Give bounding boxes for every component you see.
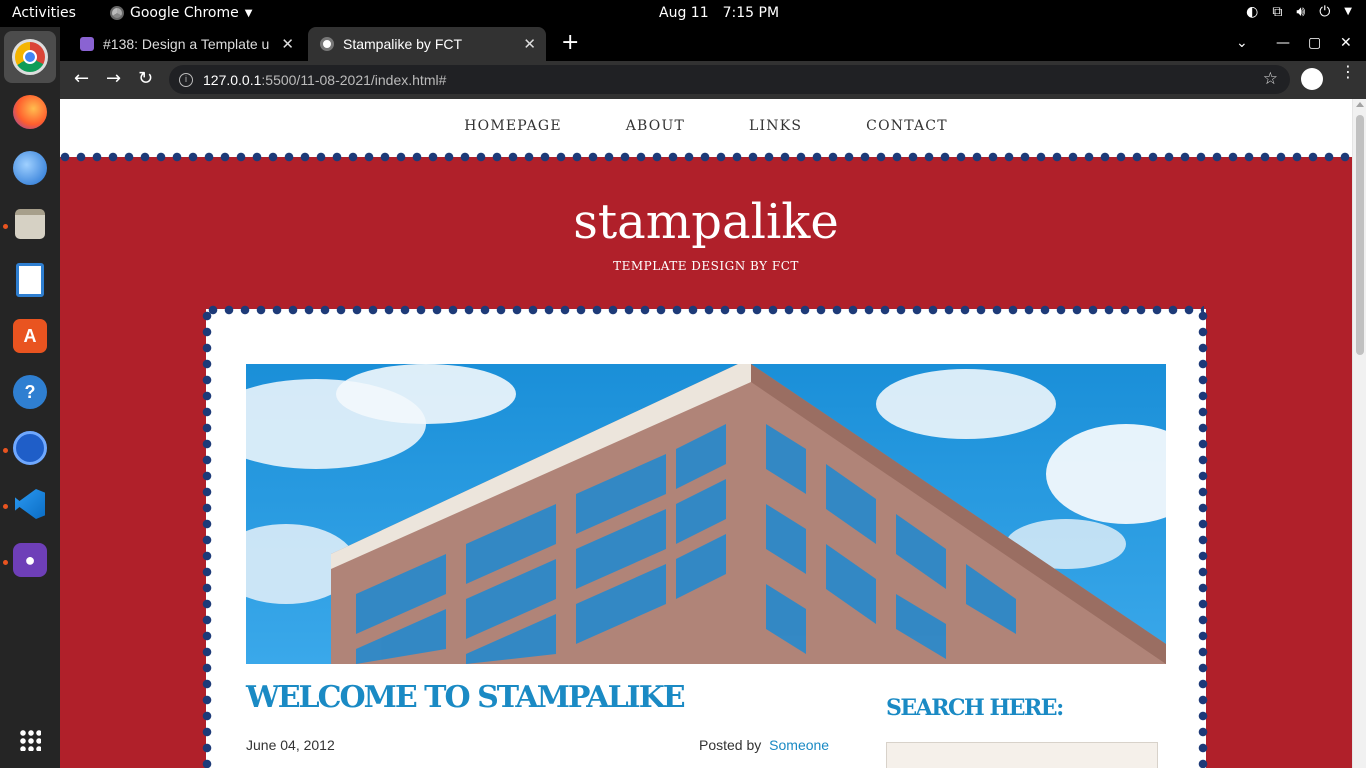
accessibility-icon[interactable]: ◐: [1246, 4, 1258, 20]
help-icon: ?: [13, 375, 47, 409]
tab-title: #138: Design a Template u: [103, 36, 270, 52]
scrollbar-thumb[interactable]: [1356, 115, 1364, 355]
files-icon: [15, 209, 45, 239]
clock-time: 7:15 PM: [722, 5, 780, 21]
close-icon[interactable]: ✕: [281, 35, 294, 53]
thunderbird-icon: [13, 151, 47, 185]
power-icon[interactable]: ⏻: [1319, 4, 1330, 20]
system-tray[interactable]: ◐ ⧉ 🔊︎ ⏻ ▼: [1246, 4, 1352, 20]
dock-vscode[interactable]: [10, 484, 50, 524]
card-stamp-edge-right: [1198, 311, 1208, 768]
timer-icon: [13, 431, 47, 465]
url-path: :5500/11-08-2021/index.html#: [261, 71, 447, 88]
post-meta: Posted by Someone: [699, 737, 829, 753]
author-link[interactable]: Someone: [769, 737, 829, 753]
browser-tab-strip: #138: Design a Template u ✕ Stampalike b…: [60, 27, 1366, 61]
globe-icon: [320, 37, 334, 51]
github-icon: ●: [13, 543, 47, 577]
back-icon[interactable]: ←: [74, 69, 89, 89]
reload-icon[interactable]: ↻: [138, 69, 153, 89]
dock-app-grid[interactable]: [10, 720, 50, 760]
info-icon[interactable]: i: [179, 72, 193, 87]
site-title: stampalike: [573, 194, 839, 250]
card-stamp-edge-left: [202, 311, 212, 768]
chrome-icon: [12, 39, 48, 75]
clock[interactable]: Aug 11 7:15 PM: [659, 5, 779, 21]
dock-chrome[interactable]: [4, 31, 56, 83]
close-icon[interactable]: ✕: [523, 35, 536, 53]
browser-toolbar: ← → ↻ i 127.0.0.1 :5500/11-08-2021/index…: [60, 61, 1366, 99]
site-navigation: HOMEPAGE ABOUT LINKS CONTACT: [60, 99, 1352, 157]
stamp-edge-top: [60, 152, 1352, 162]
page-viewport: HOMEPAGE ABOUT LINKS CONTACT stampalike …: [60, 99, 1366, 768]
page-scrollbar[interactable]: [1352, 99, 1366, 768]
post-date: June 04, 2012: [246, 737, 335, 753]
dock-firefox[interactable]: [10, 92, 50, 132]
tab-search-icon[interactable]: ⌄: [1236, 35, 1248, 51]
github-favicon-icon: [80, 37, 94, 51]
bookmark-star-icon[interactable]: ☆: [1263, 69, 1278, 89]
app-grid-icon: [19, 729, 41, 751]
app-menu[interactable]: Google Chrome ▼: [110, 5, 252, 21]
card-stamp-edge-top: [208, 305, 1204, 315]
tab-design-template[interactable]: #138: Design a Template u ✕: [68, 27, 304, 61]
profile-avatar-icon[interactable]: [1301, 68, 1323, 90]
vscode-icon: [15, 489, 45, 519]
chrome-icon: [110, 6, 124, 20]
dropdown-arrow-icon[interactable]: ▼: [1344, 6, 1352, 20]
address-bar[interactable]: i 127.0.0.1 :5500/11-08-2021/index.html#…: [169, 65, 1290, 94]
search-input[interactable]: [886, 742, 1158, 768]
writer-icon: [16, 263, 44, 297]
forward-icon[interactable]: →: [106, 69, 121, 89]
dock: A ? ●: [0, 27, 60, 768]
minimize-icon[interactable]: —: [1276, 35, 1290, 51]
firefox-icon: [13, 95, 47, 129]
activities-button[interactable]: Activities: [12, 5, 76, 21]
dock-files[interactable]: [10, 204, 50, 244]
window-close-icon[interactable]: ✕: [1340, 35, 1352, 51]
maximize-icon[interactable]: ▢: [1308, 35, 1321, 51]
app-menu-label: Google Chrome: [130, 5, 239, 21]
posted-by-label: Posted by: [699, 737, 762, 753]
network-icon[interactable]: ⧉: [1272, 4, 1282, 20]
scroll-up-icon[interactable]: [1356, 102, 1364, 107]
tab-title: Stampalike by FCT: [343, 36, 463, 52]
software-icon: A: [13, 319, 47, 353]
new-tab-button[interactable]: +: [561, 32, 579, 54]
site-tagline: TEMPLATE DESIGN BY FCT: [613, 259, 799, 273]
dock-writer[interactable]: [10, 260, 50, 300]
dock-help[interactable]: ?: [10, 372, 50, 412]
dock-software[interactable]: A: [10, 316, 50, 356]
dock-timer[interactable]: [10, 428, 50, 468]
tab-stampalike[interactable]: Stampalike by FCT ✕: [308, 27, 546, 61]
hero-image: [246, 364, 1166, 664]
system-top-bar: Activities Google Chrome ▼ Aug 11 7:15 P…: [0, 0, 1366, 27]
post-title[interactable]: WELCOME TO STAMPALIKE: [246, 680, 686, 715]
more-menu-icon[interactable]: ⋮: [1340, 64, 1356, 80]
search-title: SEARCH HERE:: [886, 695, 1064, 721]
dock-thunderbird[interactable]: [10, 148, 50, 188]
volume-icon[interactable]: 🔊︎: [1296, 4, 1305, 20]
dock-github[interactable]: ●: [10, 540, 50, 580]
url-host: 127.0.0.1: [203, 71, 262, 88]
dropdown-arrow-icon: ▼: [244, 7, 253, 19]
clock-date: Aug 11: [659, 5, 709, 21]
